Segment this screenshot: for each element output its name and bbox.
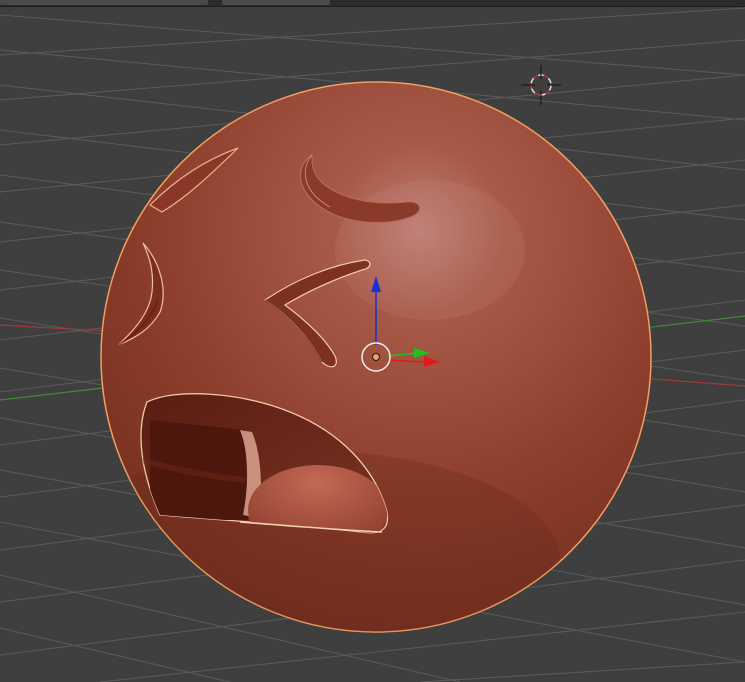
viewport-scene[interactable] xyxy=(0,0,745,682)
3d-viewport[interactable] xyxy=(0,0,745,682)
object-origin-icon[interactable] xyxy=(372,353,380,361)
sphere-mesh[interactable] xyxy=(40,81,652,670)
3d-cursor-icon[interactable] xyxy=(521,65,561,105)
